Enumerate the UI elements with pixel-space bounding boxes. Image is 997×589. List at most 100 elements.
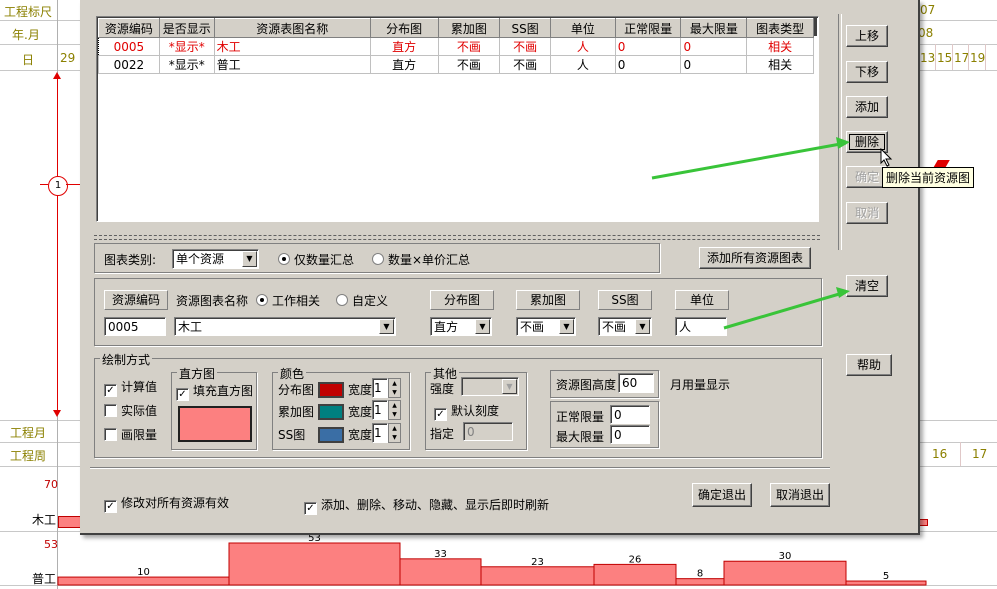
header-ss[interactable]: SS图 — [499, 18, 552, 38]
histogram-bar-label: 8 — [697, 569, 703, 580]
ss-width-input[interactable]: 1 — [372, 423, 388, 443]
marker-tick-right — [66, 184, 80, 185]
radio-work-related[interactable]: 工作相关 — [256, 292, 320, 309]
ss-label: SS图 — [598, 290, 652, 310]
resource-table[interactable]: 资源编码 是否显示 资源表图名称 分布图 累加图 SS图 单位 正常限量 最大限… — [98, 18, 814, 74]
cell-normal-limit[interactable]: 0 — [614, 37, 682, 56]
chevron-down-icon[interactable]: ▼ — [559, 319, 574, 334]
histogram-color-swatch[interactable] — [178, 406, 252, 442]
cell-name[interactable]: 木工 — [213, 37, 371, 56]
cell-show[interactable]: *显示* — [158, 37, 215, 56]
dist-width-label: 宽度 — [348, 383, 373, 397]
dist-select[interactable]: 直方 ▼ — [430, 317, 492, 336]
cum-width-input[interactable]: 1 — [372, 400, 388, 420]
cell-name[interactable]: 普工 — [213, 55, 371, 74]
cell-code[interactable]: 0005 — [98, 37, 160, 56]
normal-limit-input[interactable]: 0 — [610, 405, 650, 424]
day-17: 17 — [954, 51, 970, 65]
dist-width-stepper[interactable]: ▲ ▼ — [388, 378, 401, 398]
cancel-button[interactable]: 取消 — [846, 202, 888, 224]
grid-scrollbar-stub[interactable] — [814, 18, 817, 36]
cell-chart-type[interactable]: 相关 — [746, 55, 814, 74]
splitter[interactable] — [94, 235, 820, 240]
add-button[interactable]: 添加 — [846, 96, 888, 118]
header-dist[interactable]: 分布图 — [369, 18, 439, 38]
resource-grid[interactable]: 资源编码 是否显示 资源表图名称 分布图 累加图 SS图 单位 正常限量 最大限… — [96, 16, 819, 222]
chevron-down-icon[interactable]: ▼ — [379, 319, 394, 334]
day-19: 19 — [970, 51, 986, 65]
cell-code[interactable]: 0022 — [98, 55, 160, 74]
cum-label: 累加图 — [516, 290, 580, 310]
header-chart-type[interactable]: 图表类型 — [746, 18, 814, 38]
dist-width-input[interactable]: 1 — [372, 378, 388, 398]
table-row[interactable]: 0022 *显示* 普工 直方 不画 不画 人 0 0 相关 — [98, 55, 814, 74]
cell-unit[interactable]: 人 — [550, 37, 616, 56]
header-cum[interactable]: 累加图 — [437, 18, 501, 38]
ss-select[interactable]: 不画 ▼ — [598, 317, 652, 336]
chart-type-select[interactable]: 单个资源 ▼ — [172, 249, 259, 269]
cell-normal-limit[interactable]: 0 — [614, 55, 682, 74]
header-name[interactable]: 资源表图名称 — [213, 18, 371, 38]
ok-exit-button[interactable]: 确定退出 — [692, 483, 752, 507]
header-unit[interactable]: 单位 — [550, 18, 616, 38]
chart-name-select[interactable]: 木工 ▼ — [174, 317, 396, 336]
cell-cum[interactable]: 不画 — [437, 37, 501, 56]
chevron-down-icon[interactable]: ▼ — [502, 379, 517, 394]
ss-width-stepper[interactable]: ▲ ▼ — [388, 423, 401, 443]
cell-dist[interactable]: 直方 — [369, 55, 439, 74]
unit-input[interactable]: 人 — [675, 317, 727, 336]
cum-select[interactable]: 不画 ▼ — [516, 317, 576, 336]
checkbox-fill-histogram[interactable]: ✓ 填充直方图 — [176, 382, 253, 401]
max-limit-input[interactable]: 0 — [610, 425, 650, 444]
day-label: 日 — [22, 53, 35, 67]
header-max-limit[interactable]: 最大限量 — [680, 18, 748, 38]
dist-label: 分布图 — [430, 290, 494, 310]
radio-quantity-only[interactable]: 仅数量汇总 — [278, 251, 354, 268]
ss-color-swatch[interactable] — [318, 427, 344, 443]
pugong-histogram: 10533323 268305 — [57, 533, 927, 586]
cell-ss[interactable]: 不画 — [499, 37, 552, 56]
header-normal-limit[interactable]: 正常限量 — [614, 18, 682, 38]
marker-circle: 1 — [48, 176, 68, 196]
cell-chart-type[interactable]: 相关 — [746, 37, 814, 56]
cell-max-limit[interactable]: 0 — [680, 55, 748, 74]
header-show[interactable]: 是否显示 — [158, 18, 215, 38]
cell-unit[interactable]: 人 — [550, 55, 616, 74]
checkbox-empty-icon — [104, 428, 117, 441]
clear-button[interactable]: 清空 — [846, 275, 888, 297]
checkbox-calc[interactable]: ✓ 计算值 — [104, 378, 157, 397]
height-input[interactable]: 60 — [618, 373, 654, 393]
checkbox-actual[interactable]: 实际值 — [104, 402, 157, 419]
header-code[interactable]: 资源编码 — [98, 18, 160, 38]
radio-quantity-price[interactable]: 数量×单价汇总 — [372, 251, 470, 268]
cum-width-stepper[interactable]: ▲ ▼ — [388, 400, 401, 420]
cell-show[interactable]: *显示* — [158, 55, 215, 74]
add-all-charts-button[interactable]: 添加所有资源图表 — [699, 247, 811, 269]
chevron-down-icon[interactable]: ▼ — [475, 319, 490, 334]
max-limit-label: 最大限量 — [556, 430, 605, 444]
chevron-down-icon[interactable]: ▼ — [635, 319, 650, 334]
cum-color-swatch[interactable] — [318, 404, 344, 420]
histogram-bar — [723, 560, 847, 586]
cancel-exit-button[interactable]: 取消退出 — [770, 483, 830, 507]
radio-custom[interactable]: 自定义 — [336, 292, 388, 309]
checkbox-instant-refresh[interactable]: ✓ 添加、删除、移动、隐藏、显示后即时刷新 — [304, 496, 549, 515]
ss-color-label: SS图 — [278, 428, 306, 442]
specify-input[interactable]: 0 — [463, 422, 513, 441]
cell-dist[interactable]: 直方 — [369, 37, 439, 56]
cell-ss[interactable]: 不画 — [499, 55, 552, 74]
move-up-button[interactable]: 上移 — [846, 25, 888, 47]
help-button[interactable]: 帮助 — [846, 354, 892, 376]
code-input[interactable]: 0005 — [104, 317, 166, 336]
checkbox-limit[interactable]: 画限量 — [104, 426, 157, 443]
cell-max-limit[interactable]: 0 — [680, 37, 748, 56]
move-down-button[interactable]: 下移 — [846, 61, 888, 83]
table-row[interactable]: 0005 *显示* 木工 直方 不画 不画 人 0 0 相关 — [98, 37, 814, 56]
checkbox-apply-all[interactable]: ✓ 修改对所有资源有效 — [104, 494, 229, 513]
histogram-bar-label: 33 — [434, 549, 447, 560]
strength-select[interactable]: ▼ — [461, 377, 519, 396]
chevron-down-icon[interactable]: ▼ — [242, 251, 257, 267]
cell-cum[interactable]: 不画 — [437, 55, 501, 74]
dist-color-swatch[interactable] — [318, 382, 344, 398]
checkbox-default-scale[interactable]: ✓ 默认刻度 — [434, 402, 499, 421]
